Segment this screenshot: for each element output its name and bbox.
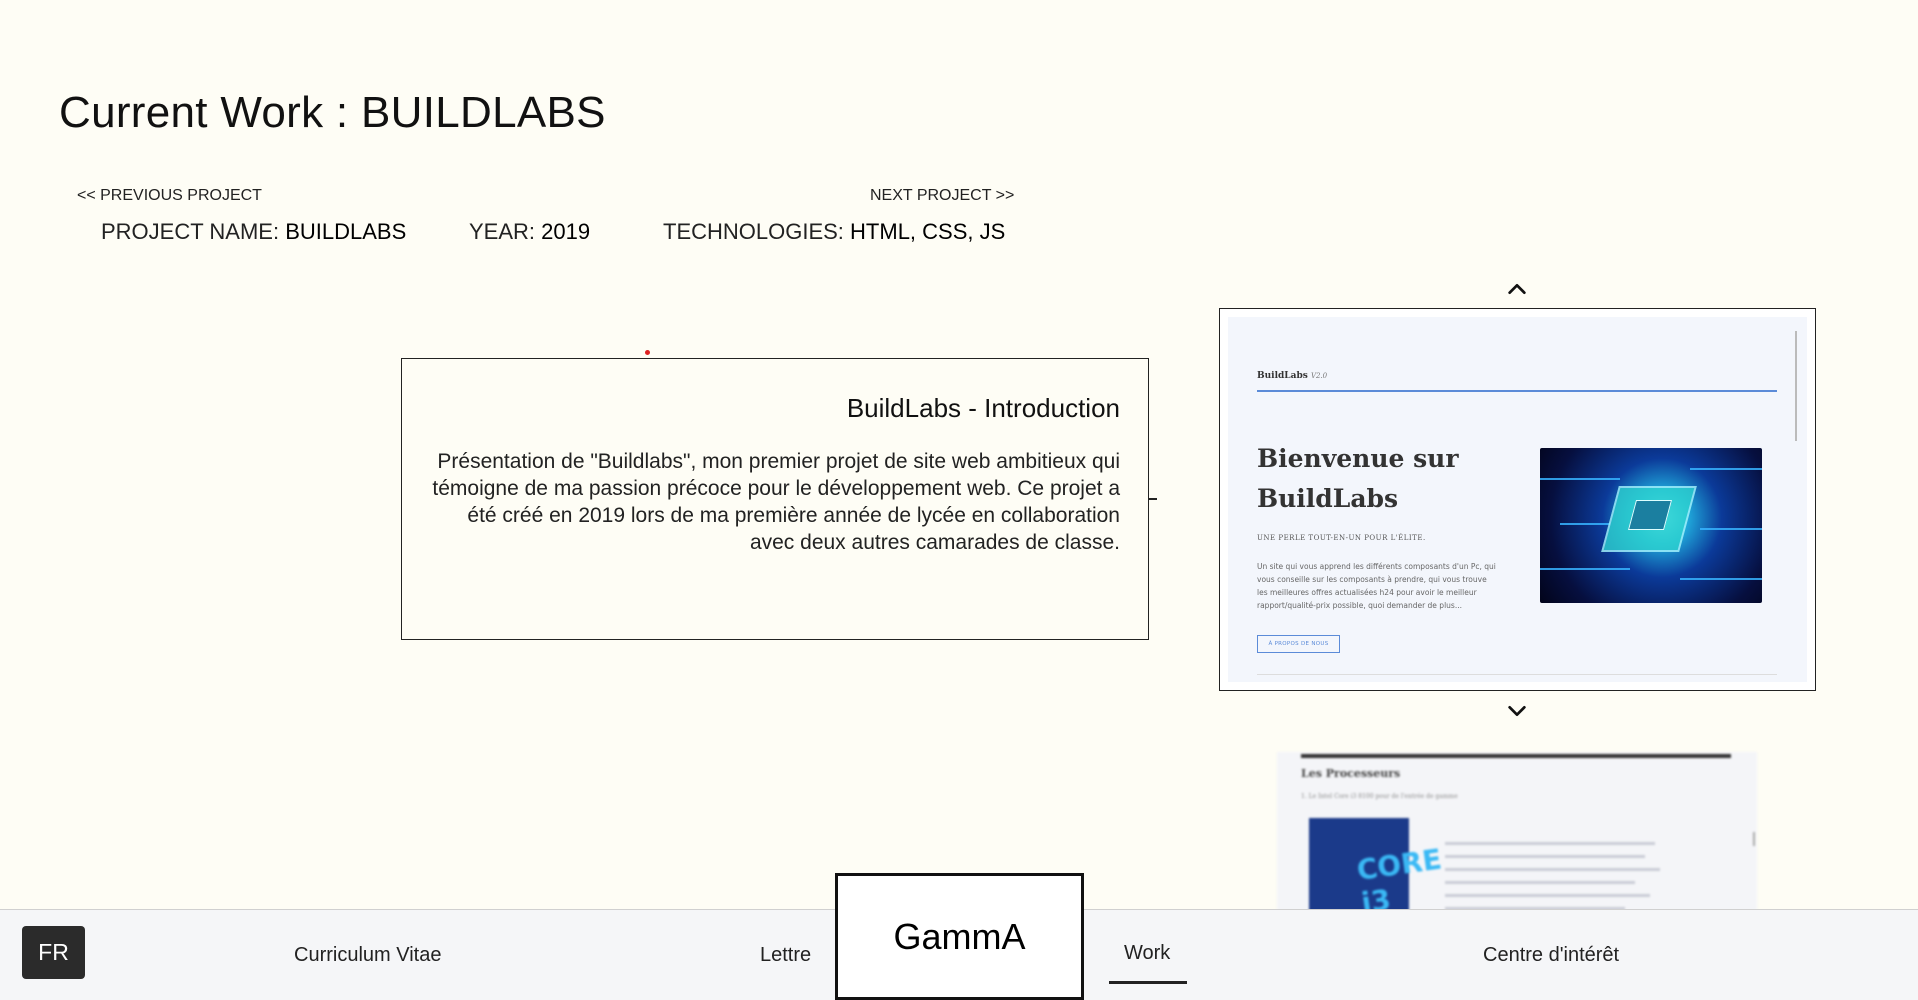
slide-screenshot: BuildLabs V2.0 Bienvenue sur BuildLabs U… [1228,317,1807,682]
chevron-down-icon[interactable] [1506,700,1528,722]
slide-header-line [1257,390,1777,392]
next-slide-subtitle: 1. Le Intel Core i3 8100 pour de l'entré… [1301,793,1458,800]
active-nav-indicator [1109,981,1187,984]
page-title: Current Work : BUILDLABS [59,88,606,137]
next-slide-bar [1301,754,1731,758]
slide-logo-text: BuildLabs [1257,371,1308,381]
slide-logo-version: V2.0 [1310,372,1328,380]
slide-logo: BuildLabs V2.0 [1257,371,1327,381]
slide-preview-current[interactable]: BuildLabs V2.0 Bienvenue sur BuildLabs U… [1219,308,1816,691]
project-name-label: PROJECT NAME: [101,219,280,244]
nav-item-work[interactable]: Work [1124,942,1170,965]
connector-line [1149,498,1157,500]
cursor-dot [645,350,650,355]
site-logo[interactable]: GammA [835,873,1084,1000]
nav-item-cv[interactable]: Curriculum Vitae [294,944,441,967]
project-tech-value: HTML, CSS, JS [850,219,1006,244]
next-slide-title: Les Processeurs [1301,767,1401,780]
slide-scrollbar [1795,331,1797,441]
project-year-value: 2019 [541,219,591,244]
chevron-up-icon[interactable] [1506,278,1528,300]
slide-heading: Bienvenue sur BuildLabs [1257,439,1459,519]
info-description: Présentation de "Buildlabs", mon premier… [432,450,1120,554]
project-name-value: BUILDLABS [285,219,407,244]
processor-box-label: CORE i3 [1354,842,1444,912]
next-slide-text-lines [1445,842,1665,912]
slide-preview-next[interactable]: Les Processeurs 1. Le Intel Core i3 8100… [1277,752,1757,912]
cpu-image [1540,448,1762,603]
processor-box-image: CORE i3 [1309,818,1444,912]
nav-item-centre-interet[interactable]: Centre d'intérêt [1483,944,1619,967]
project-year-field: YEAR: 2019 [469,219,590,245]
project-year-label: YEAR: [469,219,536,244]
slide-text: Un site qui vous apprend les différents … [1257,562,1496,610]
slide-divider [1257,674,1777,675]
previous-project-link[interactable]: << PREVIOUS PROJECT [77,187,262,205]
project-name-field: PROJECT NAME: BUILDLABS [101,219,406,245]
slide-heading-line2: BuildLabs [1257,484,1399,513]
project-tech-label: TECHNOLOGIES: [663,219,844,244]
next-project-link[interactable]: NEXT PROJECT >> [870,187,1014,205]
nav-item-lettre[interactable]: Lettre [760,944,811,967]
next-slide-scrollbar [1753,832,1755,846]
language-button[interactable]: FR [22,926,85,979]
slide-heading-line1: Bienvenue sur [1257,444,1459,473]
slide-about-button: À PROPOS DE NOUS [1257,635,1340,653]
slide-tagline: UNE PERLE TOUT-EN-UN POUR L'ÉLITE. [1257,534,1426,542]
info-title: BuildLabs - Introduction [846,393,1120,423]
project-tech-field: TECHNOLOGIES: HTML, CSS, JS [663,219,1005,245]
project-info-card: BuildLabs - Introduction Présentation de… [401,358,1149,640]
